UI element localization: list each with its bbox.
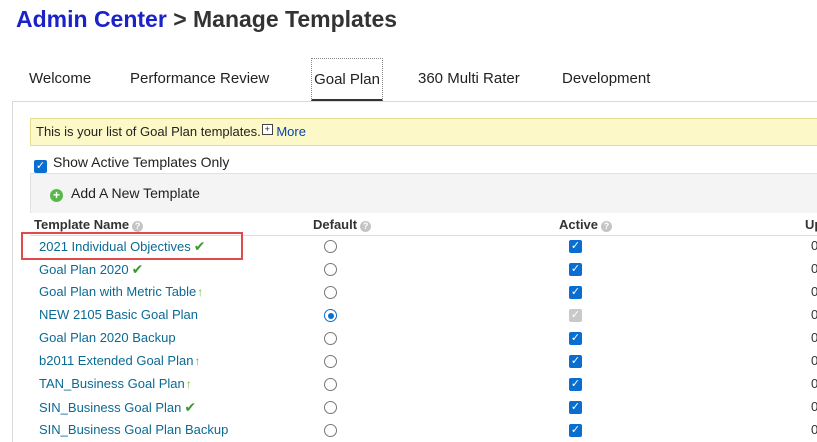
updated-cell: 0 — [811, 422, 817, 437]
default-radio[interactable] — [324, 332, 337, 345]
checkmark-icon: ✔ — [131, 261, 144, 277]
tab-performance-review[interactable]: Performance Review — [130, 70, 269, 87]
breadcrumb-separator: > — [173, 6, 187, 32]
tab-bar: Welcome Performance Review Goal Plan 360… — [0, 56, 817, 102]
table-row: Goal Plan 2020 ✔ ✓ 0 — [30, 258, 817, 281]
up-arrow-icon: ↑ — [194, 354, 201, 368]
active-checkbox[interactable]: ✓ — [569, 332, 582, 345]
table-row: Goal Plan with Metric Table↑ ✓ 0 — [30, 281, 817, 304]
column-updated[interactable]: Up — [805, 217, 817, 232]
up-arrow-icon: ↑ — [185, 377, 192, 391]
updated-cell: 0 — [811, 261, 817, 276]
tab-welcome[interactable]: Welcome — [29, 70, 91, 87]
template-name-text: TAN_Business Goal Plan — [39, 376, 185, 391]
breadcrumb-admin-center[interactable]: Admin Center — [16, 6, 167, 32]
default-radio[interactable] — [324, 355, 337, 368]
table-row: NEW 2105 Basic Goal Plan ✓ 0 — [30, 304, 817, 327]
active-checkbox[interactable]: ✓ — [569, 355, 582, 368]
table-row: Goal Plan 2020 Backup ✓ 0 — [30, 327, 817, 350]
expand-plus-icon[interactable]: + — [261, 124, 273, 135]
updated-cell: 0 — [811, 376, 817, 391]
table-row: TAN_Business Goal Plan↑ ✓ 0 — [30, 373, 817, 396]
template-name-text: Goal Plan with Metric Table — [39, 284, 197, 299]
page-title: Admin Center > Manage Templates — [16, 6, 397, 33]
updated-cell: 0 — [811, 399, 817, 414]
highlight-box — [21, 232, 243, 260]
active-checkbox[interactable]: ✓ — [569, 286, 582, 299]
column-active[interactable]: Active? — [559, 217, 613, 232]
more-link[interactable]: More — [276, 124, 306, 139]
table-row: b2011 Extended Goal Plan↑ ✓ 0 — [30, 350, 817, 373]
updated-cell: 0 — [811, 284, 817, 299]
template-name-text: NEW 2105 Basic Goal Plan — [39, 307, 198, 322]
template-name-link[interactable]: SIN_Business Goal Plan ✔ — [39, 399, 196, 416]
template-name-text: SIN_Business Goal Plan Backup — [39, 422, 229, 437]
template-toolbar: + Add A New Template — [30, 173, 817, 213]
show-active-checkbox[interactable]: ✓ — [34, 160, 47, 173]
column-template-name[interactable]: Template Name? — [34, 217, 144, 232]
template-name-text: Goal Plan 2020 Backup — [39, 330, 176, 345]
template-name-link[interactable]: SIN_Business Goal Plan Backup — [39, 422, 228, 437]
up-arrow-icon: ↑ — [197, 285, 204, 299]
table-row: SIN_Business Goal Plan ✔ ✓ 0 — [30, 396, 817, 419]
active-checkbox[interactable]: ✓ — [569, 240, 582, 253]
info-banner: This is your list of Goal Plan templates… — [30, 118, 817, 146]
show-active-label: Show Active Templates Only — [53, 154, 230, 170]
template-name-text: b2011 Extended Goal Plan — [39, 353, 194, 368]
updated-cell: 0 — [811, 238, 817, 253]
breadcrumb-current-page: Manage Templates — [193, 6, 398, 32]
template-name-link[interactable]: Goal Plan 2020 Backup — [39, 330, 176, 345]
active-checkbox[interactable]: ✓ — [569, 378, 582, 391]
column-default[interactable]: Default? — [313, 217, 372, 232]
column-default-label: Default — [313, 217, 358, 232]
show-active-filter[interactable]: ✓ Show Active Templates Only — [34, 154, 229, 173]
template-name-link[interactable]: Goal Plan with Metric Table↑ — [39, 284, 203, 299]
template-name-text: SIN_Business Goal Plan — [39, 400, 182, 415]
add-template-button[interactable]: + Add A New Template — [50, 185, 200, 202]
updated-cell: 0 — [811, 353, 817, 368]
checkmark-icon: ✔ — [184, 399, 197, 415]
updated-cell: 0 — [811, 330, 817, 345]
add-circle-icon: + — [50, 189, 63, 202]
tab-development[interactable]: Development — [562, 70, 650, 87]
template-name-link[interactable]: NEW 2105 Basic Goal Plan — [39, 307, 198, 322]
active-checkbox[interactable]: ✓ — [569, 263, 582, 276]
tab-360-multi-rater[interactable]: 360 Multi Rater — [418, 70, 520, 87]
default-radio[interactable] — [324, 401, 337, 414]
column-template-name-label: Template Name — [34, 217, 130, 232]
active-checkbox: ✓ — [569, 309, 582, 322]
default-radio[interactable] — [324, 286, 337, 299]
add-template-label: Add A New Template — [71, 185, 200, 201]
template-name-link[interactable]: Goal Plan 2020 ✔ — [39, 261, 143, 278]
default-radio[interactable] — [324, 309, 337, 322]
info-text: This is your list of Goal Plan templates… — [36, 124, 261, 139]
default-radio[interactable] — [324, 263, 337, 276]
template-name-link[interactable]: TAN_Business Goal Plan↑ — [39, 376, 192, 391]
help-icon[interactable]: ? — [601, 221, 613, 232]
template-name-link[interactable]: b2011 Extended Goal Plan↑ — [39, 353, 200, 368]
template-name-text: Goal Plan 2020 — [39, 262, 129, 277]
column-active-label: Active — [559, 217, 599, 232]
default-radio[interactable] — [324, 240, 337, 253]
tab-goal-plan[interactable]: Goal Plan — [311, 58, 383, 101]
updated-cell: 0 — [811, 307, 817, 322]
active-checkbox[interactable]: ✓ — [569, 401, 582, 414]
help-icon[interactable]: ? — [360, 221, 372, 232]
default-radio[interactable] — [324, 378, 337, 391]
help-icon[interactable]: ? — [132, 221, 144, 232]
